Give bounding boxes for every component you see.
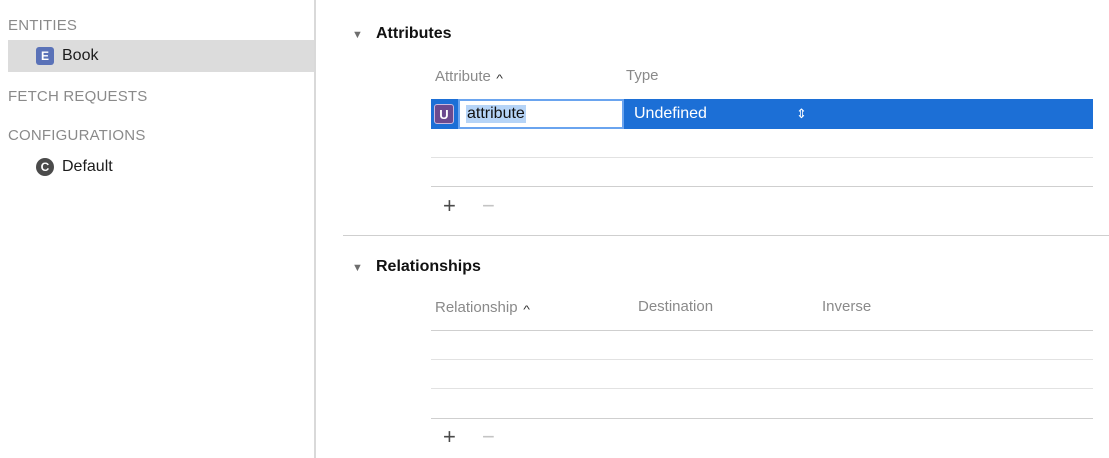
add-relationship-button[interactable]: + xyxy=(443,424,456,450)
attribute-column-header[interactable]: Attribute ^ xyxy=(435,67,503,86)
sidebar-item-default[interactable]: C Default xyxy=(8,151,315,183)
sidebar-item-book[interactable]: E Book xyxy=(8,40,315,72)
sort-ascending-icon: ^ xyxy=(522,304,530,316)
fetch-requests-header[interactable]: FETCH REQUESTS xyxy=(8,88,147,105)
attribute-type-popup[interactable]: Undefined xyxy=(634,99,707,129)
add-attribute-button[interactable]: + xyxy=(443,193,456,219)
sidebar-divider[interactable] xyxy=(314,0,316,458)
type-column-header[interactable]: Type xyxy=(626,67,659,84)
configurations-header[interactable]: CONFIGURATIONS xyxy=(8,127,146,144)
remove-attribute-button[interactable]: − xyxy=(482,193,495,219)
table-header-divider xyxy=(431,330,1093,331)
relationship-column-header[interactable]: Relationship ^ xyxy=(435,298,530,317)
relationships-title: Relationships xyxy=(376,258,481,275)
attribute-column-label: Attribute xyxy=(435,67,491,85)
attributes-title: Attributes xyxy=(376,25,452,42)
table-bottom-divider xyxy=(431,186,1093,187)
destination-column-header[interactable]: Destination xyxy=(638,298,713,315)
undefined-type-icon: U xyxy=(434,104,454,124)
inverse-column-header[interactable]: Inverse xyxy=(822,298,871,315)
sidebar: ENTITIES E Book FETCH REQUESTS CONFIGURA… xyxy=(0,0,315,458)
attribute-row[interactable]: U attribute Undefined ⇕ xyxy=(431,99,1093,129)
entities-header: ENTITIES xyxy=(8,17,78,34)
configuration-icon: C xyxy=(36,158,54,176)
section-divider xyxy=(343,235,1109,236)
destination-column-label: Destination xyxy=(638,298,714,315)
relationship-column-label: Relationship xyxy=(435,298,518,316)
type-column-label: Type xyxy=(626,67,659,84)
entity-icon: E xyxy=(36,47,54,65)
table-row-divider xyxy=(431,157,1093,158)
inverse-column-label: Inverse xyxy=(822,298,872,315)
sort-ascending-icon: ^ xyxy=(496,73,503,85)
attribute-name-field[interactable]: attribute xyxy=(458,99,624,129)
table-row-divider xyxy=(431,359,1093,360)
attribute-name-text: attribute xyxy=(466,105,526,123)
table-row-divider xyxy=(431,388,1093,389)
remove-relationship-button[interactable]: − xyxy=(482,424,495,450)
disclosure-triangle-icon[interactable]: ▼ xyxy=(352,262,363,274)
disclosure-triangle-icon[interactable]: ▼ xyxy=(352,29,363,41)
table-bottom-divider xyxy=(431,418,1093,419)
sidebar-item-label: Default xyxy=(62,158,113,175)
popup-stepper-icon[interactable]: ⇕ xyxy=(796,99,807,129)
sidebar-item-label: Book xyxy=(62,47,99,64)
